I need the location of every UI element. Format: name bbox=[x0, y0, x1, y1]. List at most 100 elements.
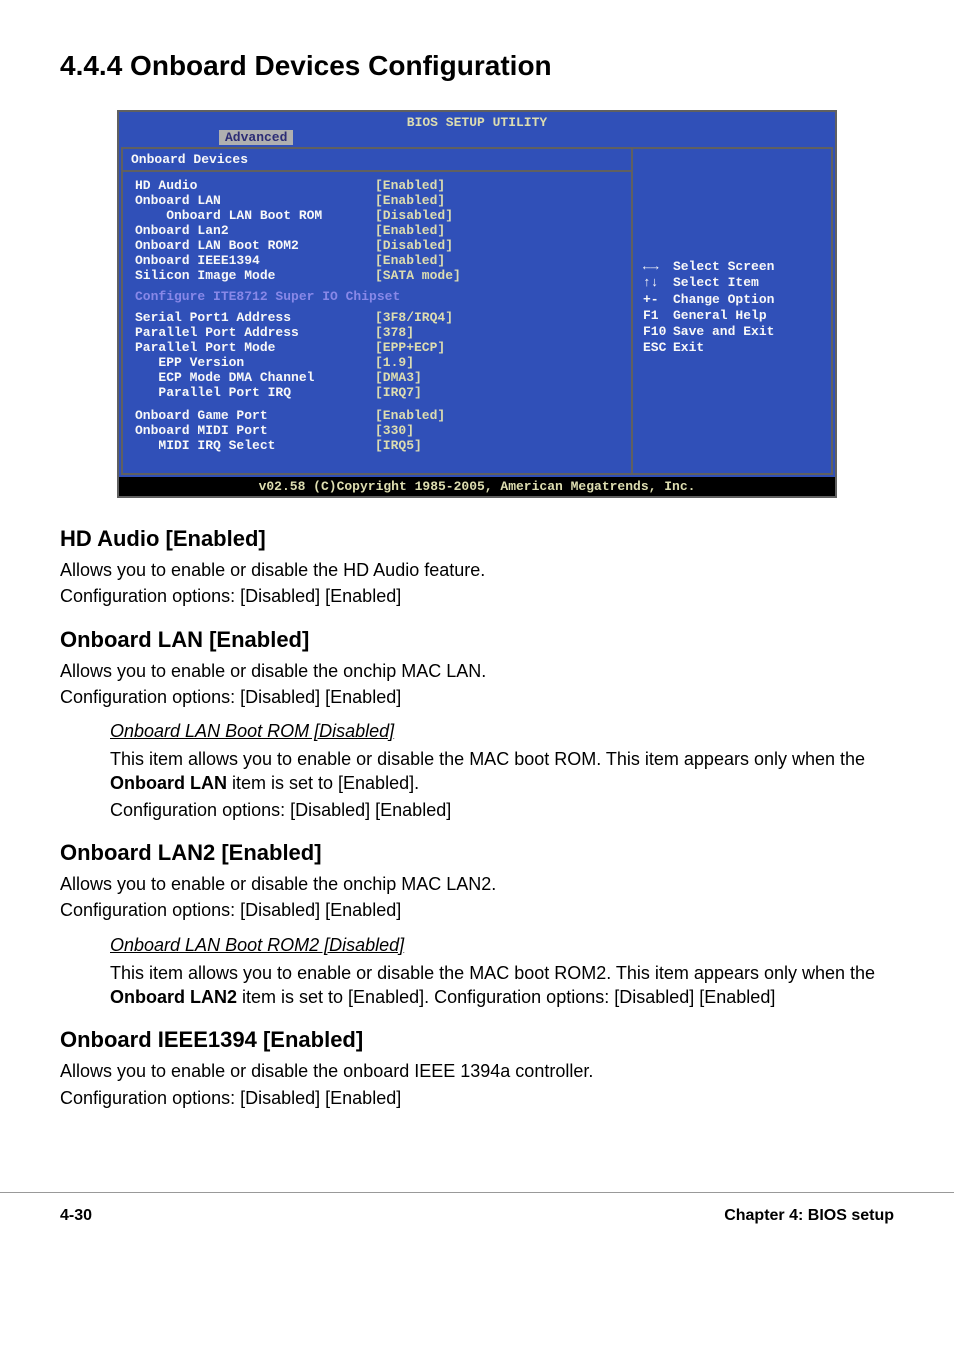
onboard-lan2-heading: Onboard LAN2 [Enabled] bbox=[60, 840, 894, 866]
onboard-lan-bold: Onboard LAN bbox=[110, 773, 227, 793]
hd-audio-desc: Allows you to enable or disable the HD A… bbox=[60, 558, 894, 582]
bios-screenshot: BIOS SETUP UTILITY Advanced Onboard Devi… bbox=[117, 110, 837, 498]
bios-row: MIDI IRQ Select[IRQ5] bbox=[135, 438, 619, 453]
onboard-lan2-options: Configuration options: [Disabled] [Enabl… bbox=[60, 898, 894, 922]
bios-row-label: Onboard LAN bbox=[135, 193, 375, 208]
bios-row: Serial Port1 Address[3F8/IRQ4] bbox=[135, 310, 619, 325]
bios-row: Silicon Image Mode[SATA mode] bbox=[135, 268, 619, 283]
onboard-lan-boot-rom-options: Configuration options: [Disabled] [Enabl… bbox=[110, 798, 894, 822]
hd-audio-options: Configuration options: [Disabled] [Enabl… bbox=[60, 584, 894, 608]
onboard-ieee1394-desc: Allows you to enable or disable the onbo… bbox=[60, 1059, 894, 1083]
bios-row: Onboard LAN Boot ROM[Disabled] bbox=[135, 208, 619, 223]
onboard-lan2-bold: Onboard LAN2 bbox=[110, 987, 237, 1007]
bios-row: Onboard Lan2[Enabled] bbox=[135, 223, 619, 238]
arrow-left-right-icon: ←→ bbox=[643, 259, 673, 275]
bios-row-value: [IRQ5] bbox=[375, 438, 422, 453]
bios-help-row: ←→Select Screen bbox=[643, 259, 821, 275]
bios-row: Onboard LAN[Enabled] bbox=[135, 193, 619, 208]
bios-row-value: [1.9] bbox=[375, 355, 414, 370]
bios-row: Onboard MIDI Port[330] bbox=[135, 423, 619, 438]
bios-row-label: Onboard LAN Boot ROM bbox=[135, 208, 375, 223]
bios-row-label: ECP Mode DMA Channel bbox=[135, 370, 375, 385]
bios-row-value: [3F8/IRQ4] bbox=[375, 310, 453, 325]
bios-row-value: [SATA mode] bbox=[375, 268, 461, 283]
bios-tab-advanced: Advanced bbox=[219, 130, 293, 145]
bios-row-value: [Enabled] bbox=[375, 178, 445, 193]
onboard-lan2-desc: Allows you to enable or disable the onch… bbox=[60, 872, 894, 896]
section-heading: 4.4.4 Onboard Devices Configuration bbox=[60, 50, 894, 82]
bios-row: ECP Mode DMA Channel[DMA3] bbox=[135, 370, 619, 385]
hd-audio-heading: HD Audio [Enabled] bbox=[60, 526, 894, 552]
bios-row: Parallel Port Address[378] bbox=[135, 325, 619, 340]
bios-row: EPP Version[1.9] bbox=[135, 355, 619, 370]
bios-row-label: Onboard LAN Boot ROM2 bbox=[135, 238, 375, 253]
bios-row: Onboard Game Port[Enabled] bbox=[135, 408, 619, 423]
bios-subheading: Configure ITE8712 Super IO Chipset bbox=[135, 289, 619, 304]
bios-row-label: EPP Version bbox=[135, 355, 375, 370]
bios-help-row: F10Save and Exit bbox=[643, 324, 821, 340]
onboard-lan-boot-rom-desc: This item allows you to enable or disabl… bbox=[110, 747, 894, 796]
bios-row-label: Parallel Port Address bbox=[135, 325, 375, 340]
bios-help-row: ↑↓Select Item bbox=[643, 275, 821, 291]
f10-key-icon: F10 bbox=[643, 324, 673, 340]
sub-text: item is set to [Enabled]. Configuration … bbox=[237, 987, 775, 1007]
bios-row-value: [EPP+ECP] bbox=[375, 340, 445, 355]
onboard-lan-options: Configuration options: [Disabled] [Enabl… bbox=[60, 685, 894, 709]
onboard-lan-desc: Allows you to enable or disable the onch… bbox=[60, 659, 894, 683]
plus-minus-icon: +- bbox=[643, 292, 673, 308]
bios-row-value: [IRQ7] bbox=[375, 385, 422, 400]
sub-text: This item allows you to enable or disabl… bbox=[110, 963, 875, 983]
arrow-up-down-icon: ↑↓ bbox=[643, 275, 673, 291]
bios-row: Onboard LAN Boot ROM2[Disabled] bbox=[135, 238, 619, 253]
f1-key-icon: F1 bbox=[643, 308, 673, 324]
bios-row-label: Parallel Port Mode bbox=[135, 340, 375, 355]
bios-section-label: Onboard Devices bbox=[123, 149, 631, 172]
bios-help-row: +-Change Option bbox=[643, 292, 821, 308]
bios-help-text: Save and Exit bbox=[673, 324, 774, 340]
bios-row-value: [Enabled] bbox=[375, 193, 445, 208]
bios-row-value: [378] bbox=[375, 325, 414, 340]
bios-copyright: v02.58 (C)Copyright 1985-2005, American … bbox=[119, 477, 835, 496]
bios-row-label: MIDI IRQ Select bbox=[135, 438, 375, 453]
bios-row-label: Onboard IEEE1394 bbox=[135, 253, 375, 268]
onboard-lan-boot-rom-heading: Onboard LAN Boot ROM [Disabled] bbox=[110, 721, 894, 742]
onboard-ieee1394-heading: Onboard IEEE1394 [Enabled] bbox=[60, 1027, 894, 1053]
onboard-lan-boot-rom2-desc: This item allows you to enable or disabl… bbox=[110, 961, 894, 1010]
bios-row-value: [Enabled] bbox=[375, 253, 445, 268]
bios-row-label: Onboard Lan2 bbox=[135, 223, 375, 238]
bios-row-label: HD Audio bbox=[135, 178, 375, 193]
bios-help-text: Select Item bbox=[673, 275, 759, 291]
bios-help-text: Select Screen bbox=[673, 259, 774, 275]
onboard-lan-boot-rom2-heading: Onboard LAN Boot ROM2 [Disabled] bbox=[110, 935, 894, 956]
bios-row: Parallel Port IRQ[IRQ7] bbox=[135, 385, 619, 400]
bios-row-label: Onboard MIDI Port bbox=[135, 423, 375, 438]
bios-help-row: F1General Help bbox=[643, 308, 821, 324]
bios-main-panel: Onboard Devices HD Audio[Enabled] Onboar… bbox=[121, 147, 633, 475]
bios-help-text: Exit bbox=[673, 340, 704, 356]
bios-tab-bar: Advanced bbox=[119, 130, 835, 145]
bios-row-label: Parallel Port IRQ bbox=[135, 385, 375, 400]
bios-row: Parallel Port Mode[EPP+ECP] bbox=[135, 340, 619, 355]
bios-row: HD Audio[Enabled] bbox=[135, 178, 619, 193]
page-footer: 4-30 Chapter 4: BIOS setup bbox=[0, 1192, 954, 1255]
bios-help-text: General Help bbox=[673, 308, 767, 324]
onboard-lan-heading: Onboard LAN [Enabled] bbox=[60, 627, 894, 653]
bios-row-label: Serial Port1 Address bbox=[135, 310, 375, 325]
bios-row-value: [Disabled] bbox=[375, 238, 453, 253]
bios-row: Onboard IEEE1394[Enabled] bbox=[135, 253, 619, 268]
sub-text: This item allows you to enable or disabl… bbox=[110, 749, 865, 769]
bios-row-value: [Enabled] bbox=[375, 223, 445, 238]
page-number: 4-30 bbox=[60, 1207, 92, 1225]
esc-key-icon: ESC bbox=[643, 340, 673, 356]
bios-title: BIOS SETUP UTILITY bbox=[119, 112, 835, 130]
bios-row-value: [330] bbox=[375, 423, 414, 438]
bios-row-value: [DMA3] bbox=[375, 370, 422, 385]
bios-row-value: [Disabled] bbox=[375, 208, 453, 223]
bios-row-label: Silicon Image Mode bbox=[135, 268, 375, 283]
bios-help-row: ESCExit bbox=[643, 340, 821, 356]
bios-row-value: [Enabled] bbox=[375, 408, 445, 423]
onboard-ieee1394-options: Configuration options: [Disabled] [Enabl… bbox=[60, 1086, 894, 1110]
sub-text: item is set to [Enabled]. bbox=[227, 773, 419, 793]
bios-help-text: Change Option bbox=[673, 292, 774, 308]
chapter-title: Chapter 4: BIOS setup bbox=[724, 1207, 894, 1225]
